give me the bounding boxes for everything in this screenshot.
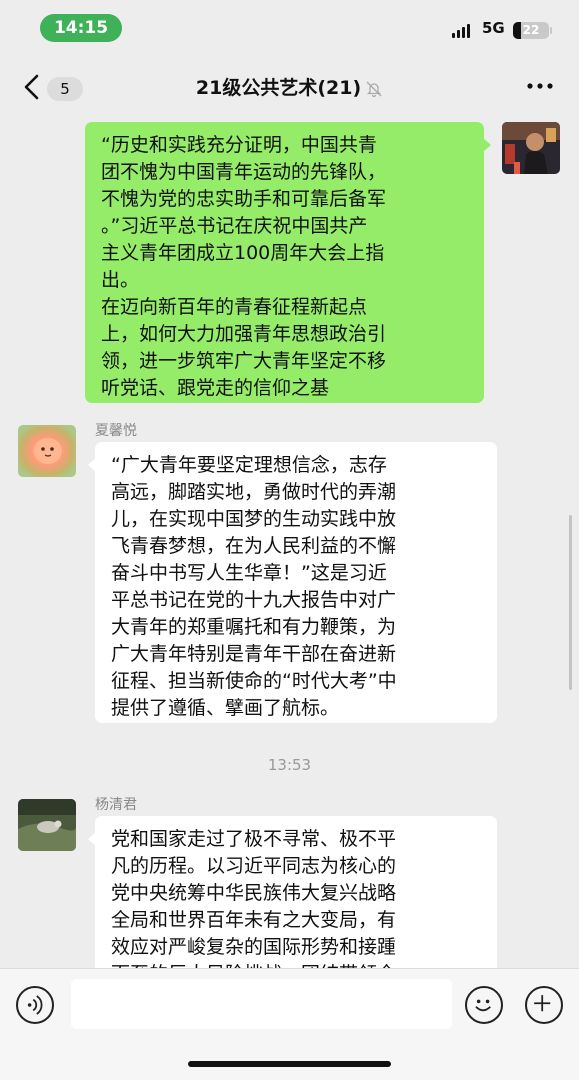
plus-icon[interactable]: [525, 986, 563, 1024]
more-dots-icon[interactable]: [525, 76, 555, 96]
battery-label: 22: [522, 23, 540, 37]
message-list[interactable]: “历史和实践充分证明，中国共青 团不愧为中国青年运动的先锋队， 不愧为党的忠实助…: [0, 118, 579, 968]
message-bubble-other[interactable]: “广大青年要坚定理想信念，志存 高远，脚踏实地，勇做时代的弄潮 儿，在实现中国梦…: [88, 442, 497, 723]
bell-slash-icon: [366, 81, 382, 97]
signal-icon: [452, 22, 474, 38]
battery-tip: [550, 27, 552, 34]
status-time[interactable]: 14:15: [40, 14, 122, 42]
chat-title-wrap: 21级公共艺术(21): [0, 73, 579, 100]
message-text: 党和国家走过了极不寻常、极不平 凡的历程。以习近平同志为核心的 党中央统筹中华民…: [111, 828, 397, 968]
avatar-sender[interactable]: [18, 799, 76, 851]
message-timestamp: 13:53: [267, 756, 312, 774]
battery-icon: 22: [513, 22, 549, 39]
sender-name: 杨清君: [95, 797, 137, 813]
voice-icon[interactable]: [16, 986, 54, 1024]
chat-title[interactable]: 21级公共艺术(21): [196, 77, 361, 99]
scrollbar[interactable]: [569, 515, 572, 690]
emoji-icon[interactable]: [465, 986, 503, 1024]
sender-name: 夏馨悦: [95, 423, 137, 439]
status-bar: 14:15 5G 22: [0, 0, 579, 56]
message-bubble-self[interactable]: “历史和实践充分证明，中国共青 团不愧为中国青年运动的先锋队， 不愧为党的忠实助…: [85, 122, 491, 403]
network-label: 5G: [482, 19, 505, 37]
avatar-sender[interactable]: [18, 425, 76, 477]
home-indicator[interactable]: [188, 1061, 391, 1067]
chat-header: 5 21级公共艺术(21): [0, 56, 579, 118]
message-input[interactable]: [71, 979, 452, 1029]
message-text: “历史和实践充分证明，中国共青 团不愧为中国青年运动的先锋队， 不愧为党的忠实助…: [101, 134, 387, 399]
avatar-self[interactable]: [502, 122, 560, 174]
message-text: “广大青年要坚定理想信念，志存 高远，脚踏实地，勇做时代的弄潮 儿，在实现中国梦…: [111, 454, 397, 719]
message-bubble-other[interactable]: 党和国家走过了极不寻常、极不平 凡的历程。以习近平同志为核心的 党中央统筹中华民…: [88, 816, 497, 968]
